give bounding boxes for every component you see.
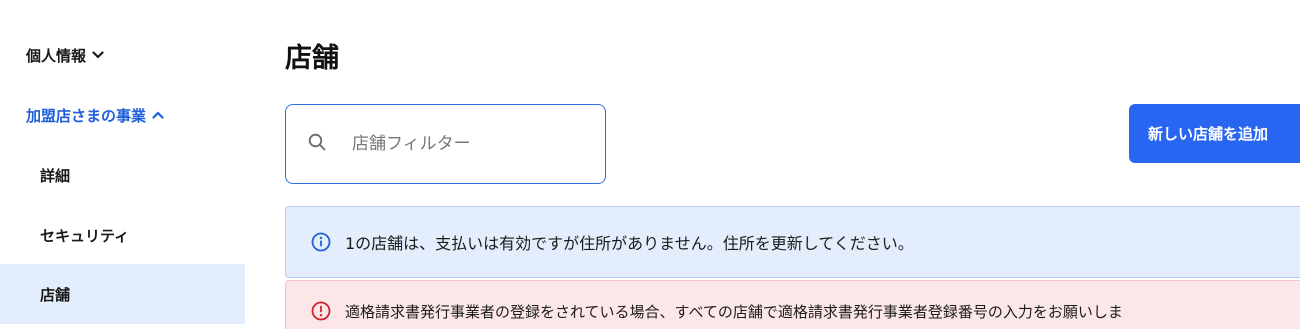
sidebar: 個人情報 加盟店さまの事業 詳細 セキュリティ 店舗 [0,0,245,329]
warning-banner: 適格請求書発行事業者の登録をされている場合、すべての店舗で適格請求書発行事業者登… [285,280,1300,329]
sidebar-item-label: 詳細 [40,166,71,185]
info-banner-text: 1の店舗は、支払いは有効ですが住所がありません。住所を更新してください。 [345,234,914,253]
search-input[interactable] [352,134,582,154]
sidebar-item-label: 加盟店さまの事業 [26,106,147,125]
sidebar-item-personal-info[interactable]: 個人情報 [0,40,245,70]
sidebar-item-label: 個人情報 [26,46,87,65]
sidebar-item-merchant-business[interactable]: 加盟店さまの事業 [0,100,245,130]
chevron-up-icon [152,111,164,119]
search-icon [308,133,326,155]
info-banner: 1の店舗は、支払いは有効ですが住所がありません。住所を更新してください。 [285,206,1300,278]
page-title: 店舗 [285,43,339,74]
sidebar-item-stores[interactable]: 店舗 [0,264,245,324]
store-filter[interactable] [285,104,606,184]
sidebar-item-label: 店舗 [40,285,71,304]
sidebar-item-label: セキュリティ [40,226,130,245]
warning-banner-text: 適格請求書発行事業者の登録をされている場合、すべての店舗で適格請求書発行事業者登… [345,303,1123,321]
sidebar-item-details[interactable]: 詳細 [0,160,245,190]
alert-icon [311,301,331,321]
info-icon [311,232,331,252]
sidebar-item-security[interactable]: セキュリティ [0,220,245,250]
main-content: 店舗 新しい店舗を追加 1の店舗は、支払いは有効ですが住所がありません。住所を更… [285,0,1300,329]
chevron-down-icon [92,51,104,59]
add-store-button[interactable]: 新しい店舗を追加 [1129,104,1300,163]
